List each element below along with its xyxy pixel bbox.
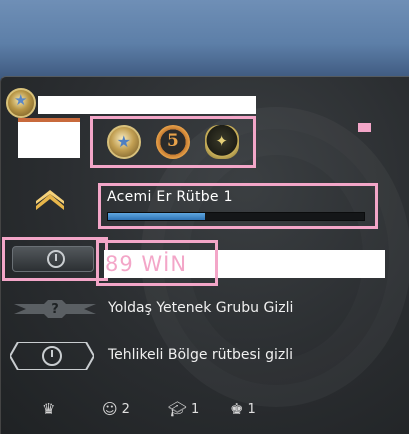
medal-showcase[interactable]: ★ 5 ✦	[90, 116, 256, 168]
commend-friendly: ☺ 2	[102, 400, 130, 418]
highlight-marker	[358, 123, 371, 132]
level-emblem: ♛	[42, 402, 55, 417]
emblem-icon: ♛	[42, 400, 56, 418]
xp-progress-fill	[108, 213, 206, 220]
commend-teacher: 🎓︎ 1	[168, 400, 200, 418]
profile-rank-icon: ★	[6, 88, 36, 118]
clock-icon	[47, 250, 65, 268]
wins-count: 89 WİN	[105, 252, 188, 276]
graduation-cap-icon: 🎓︎	[168, 400, 188, 418]
operation-coin-icon[interactable]: ✦	[205, 125, 240, 159]
avatar[interactable]	[18, 118, 80, 158]
profile-rank-box: Acemi Er Rütbe 1	[98, 183, 378, 229]
svg-text:?: ?	[51, 302, 59, 317]
danger-zone-rank-icon	[10, 342, 94, 370]
rank-chevron-icon	[36, 190, 64, 210]
danger-zone-rank-text: Tehlikeli Bölge rütbesi gizli	[108, 347, 294, 363]
commend-friendly-count: 2	[121, 402, 130, 417]
service-medal-icon[interactable]: ★	[106, 125, 141, 159]
competitive-rank-badge	[12, 246, 94, 272]
player-name-redacted	[38, 96, 256, 114]
smiley-icon: ☺	[102, 400, 118, 418]
commend-teacher-count: 1	[191, 402, 200, 417]
rank-label: Acemi Er Rütbe 1	[107, 189, 233, 205]
commendations-bar: ♛ ☺ 2 🎓︎ 1 ♚ 1	[0, 398, 409, 426]
commend-leader-count: 1	[247, 402, 256, 417]
crown-icon: ♚	[230, 400, 244, 418]
five-year-coin-icon[interactable]: 5	[155, 125, 190, 159]
competitive-rank-box	[2, 237, 108, 281]
commend-leader: ♚ 1	[230, 400, 256, 418]
xp-progress-bar	[107, 212, 365, 221]
wingman-rank-icon: ?	[14, 300, 96, 318]
wingman-rank-text: Yoldaş Yetenek Grubu Gizli	[108, 300, 294, 316]
wins-box: 89 WİN	[96, 240, 218, 286]
